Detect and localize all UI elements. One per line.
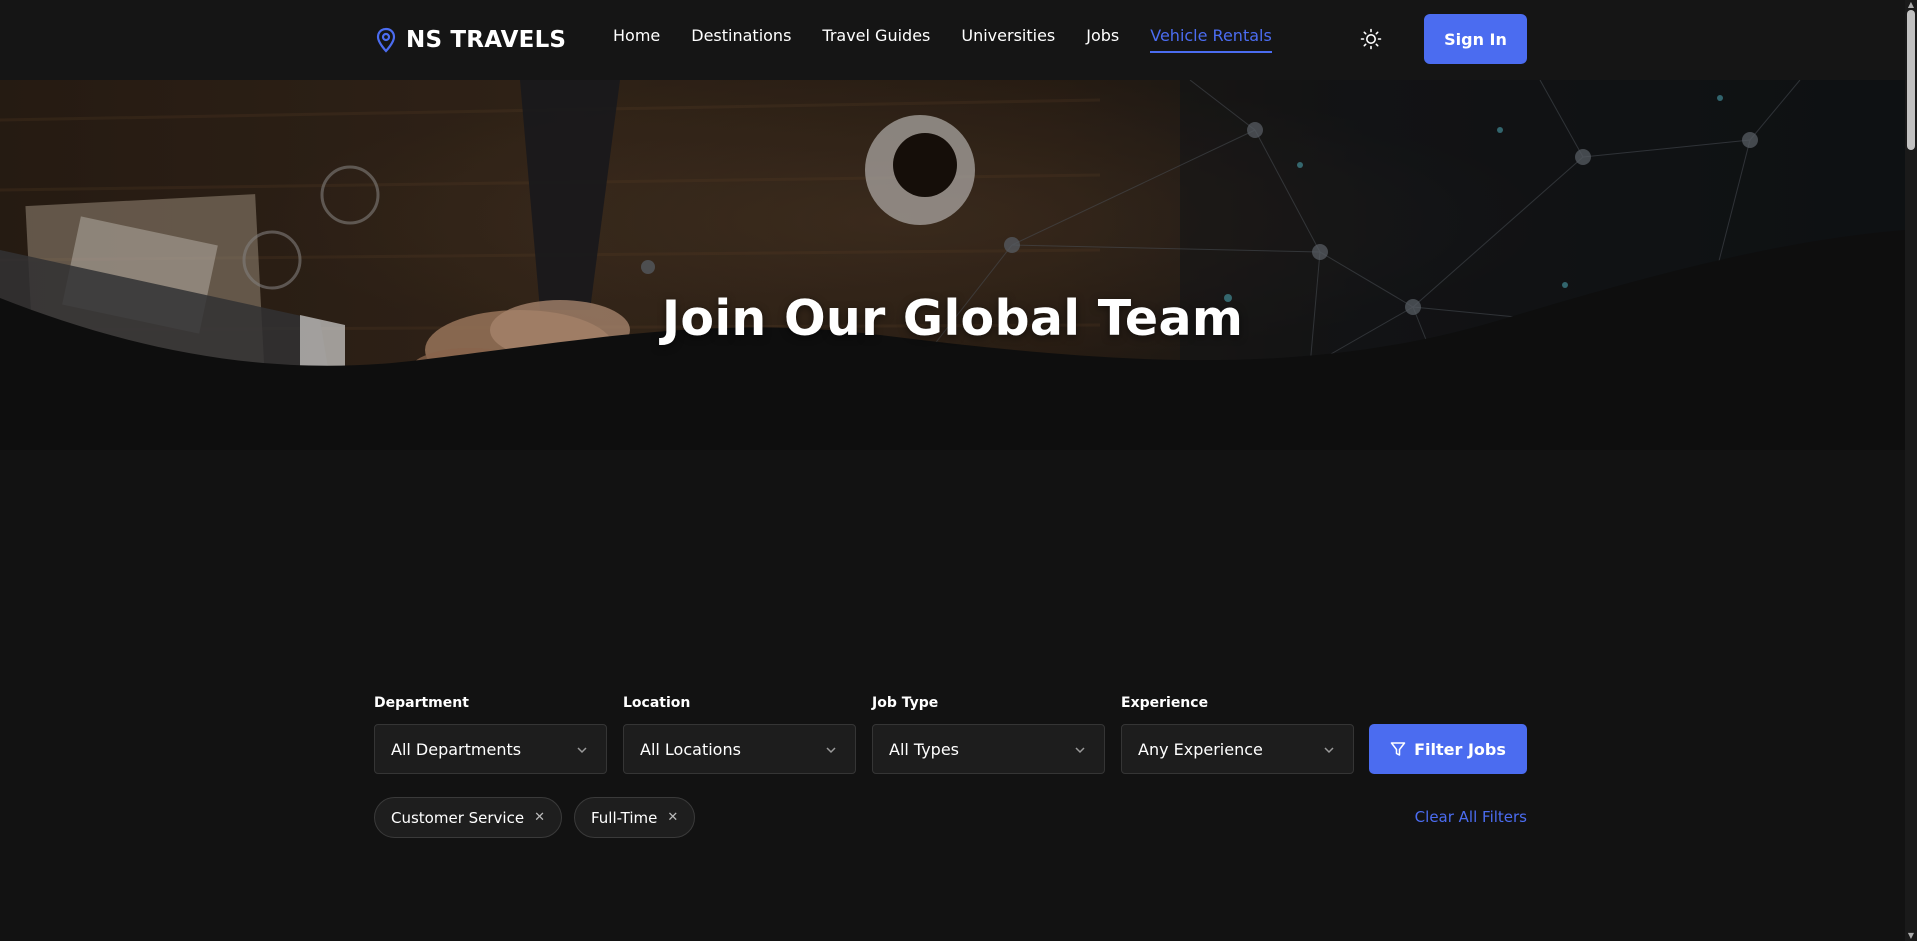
department-filter: Department All Departments [374,694,607,774]
hero-background-image [0,80,1905,450]
filter-chip: Customer Service ✕ [374,797,562,838]
brand-name: NS TRAVELS [406,27,567,53]
filter-chip: Full-Time ✕ [573,797,696,838]
hero-banner: Join Our Global Team [0,80,1905,450]
nav-jobs[interactable]: Jobs [1086,26,1119,53]
department-label: Department [374,695,469,711]
nav-universities[interactable]: Universities [961,26,1055,53]
site-header: NS TRAVELS Home Destinations Travel Guid… [0,0,1905,80]
active-filters: Customer Service ✕ Full-Time ✕ [374,797,696,838]
filter-chip-label: Full-Time [590,808,658,827]
experience-label: Experience [1121,695,1209,711]
chevron-down-icon [1324,747,1334,754]
funnel-icon [1390,742,1406,756]
filter-jobs-label: Filter Jobs [1414,739,1506,759]
hero-title: Join Our Global Team [661,290,1244,347]
location-select[interactable]: All Locations [623,724,856,774]
department-value: All Departments [391,740,522,759]
chevron-down-icon [826,747,836,754]
job-type-label: Job Type [872,695,939,711]
nav-home[interactable]: Home [613,26,660,53]
department-select[interactable]: All Departments [374,724,607,774]
job-type-value: All Types [889,740,960,759]
clear-all-filters-link[interactable]: Clear All Filters [1350,808,1527,826]
job-type-select[interactable]: All Types [872,724,1105,774]
chevron-down-icon [1075,747,1085,754]
experience-select[interactable]: Any Experience [1121,724,1354,774]
experience-filter: Experience Any Experience [1121,694,1354,774]
nav-vehicle-rentals[interactable]: Vehicle Rentals [1150,26,1272,53]
close-icon[interactable]: ✕ [534,811,545,824]
filter-chip-label: Customer Service [391,808,525,827]
location-filter: Location All Locations [623,694,856,774]
location-value: All Locations [640,740,741,759]
page-scrollbar[interactable]: ▲ ▼ [1905,0,1917,941]
location-label: Location [623,695,691,711]
job-type-filter: Job Type All Types [872,694,1105,774]
scroll-up-icon[interactable]: ▲ [1907,1,1915,9]
nav-destinations[interactable]: Destinations [691,26,791,53]
filter-jobs-button[interactable]: Filter Jobs [1369,724,1527,774]
scroll-down-icon[interactable]: ▼ [1907,932,1915,940]
nav-travel-guides[interactable]: Travel Guides [822,26,930,53]
scrollbar-thumb[interactable] [1907,10,1915,150]
sign-in-button[interactable]: Sign In [1424,14,1527,64]
chevron-down-icon [577,747,587,754]
experience-value: Any Experience [1138,740,1263,759]
main-nav: Home Destinations Travel Guides Universi… [613,26,1272,53]
map-pin-icon [376,27,396,53]
brand-logo[interactable]: NS TRAVELS [374,24,566,56]
sun-icon[interactable] [1359,27,1383,51]
close-icon[interactable]: ✕ [667,811,678,824]
